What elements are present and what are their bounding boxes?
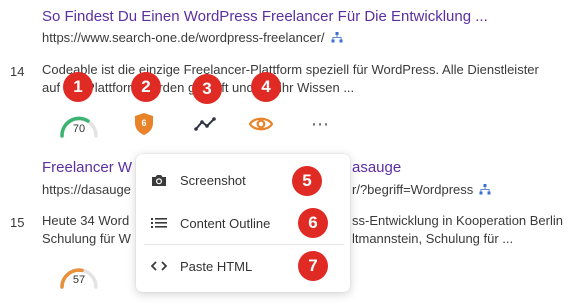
- annotation-badge-3: 3: [192, 74, 222, 104]
- code-icon: [150, 257, 168, 275]
- menu-divider: [144, 244, 344, 245]
- annotation-badge-7: 7: [298, 251, 328, 281]
- result-description-line1: Codeable ist die einzige Freelancer-Plat…: [42, 62, 539, 77]
- trend-chart-icon[interactable]: [194, 117, 216, 131]
- result2-title-link[interactable]: Freelancer W: [42, 159, 132, 176]
- shield-value: 6: [141, 118, 147, 128]
- result2-url-tail-text: r/?begriff=Wordpress: [352, 182, 474, 197]
- annotation-badge-6: 6: [298, 208, 328, 238]
- result-url: https://www.search-one.de/wordpress-free…: [42, 30, 343, 45]
- camera-icon: [150, 171, 168, 189]
- more-options-icon[interactable]: ⋯: [311, 114, 330, 135]
- score-value-2: 57: [72, 274, 86, 286]
- sitemap-icon[interactable]: [331, 32, 343, 43]
- result2-rank: 15: [10, 215, 25, 230]
- result2-description-line1-tail: ss-Entwicklung in Kooperation Berlin: [352, 213, 563, 228]
- menu-item-label: Paste HTML: [180, 258, 253, 274]
- result2-url: https://dasauge: [42, 182, 131, 197]
- result2-description-line2-tail: ltmannstein, Schulung für ...: [352, 231, 514, 246]
- sitemap-icon[interactable]: [479, 184, 491, 195]
- result2-url-tail: r/?begriff=Wordpress: [352, 182, 491, 197]
- menu-item-label: Content Outline: [180, 215, 271, 231]
- menu-item-label: Screenshot: [180, 172, 246, 188]
- annotation-badge-5: 5: [292, 166, 322, 196]
- result-url-text: https://www.search-one.de/wordpress-free…: [42, 30, 325, 45]
- annotation-badge-1: 1: [63, 72, 93, 102]
- score-gauge-2[interactable]: 57: [58, 263, 100, 294]
- annotation-badge-2: 2: [131, 72, 161, 102]
- result-rank: 14: [10, 64, 25, 79]
- shield-icon[interactable]: 6: [134, 112, 154, 136]
- eye-icon[interactable]: [249, 116, 273, 132]
- result2-description-line1: Heute 34 Word: [42, 213, 130, 228]
- result2-description-line2: Schulung für W: [42, 231, 131, 246]
- result2-title-tail[interactable]: asauge: [352, 159, 401, 176]
- result-title-link[interactable]: So Findest Du Einen WordPress Freelancer…: [42, 8, 488, 25]
- score-value: 70: [72, 123, 86, 135]
- score-gauge[interactable]: 70: [58, 112, 100, 143]
- annotation-badge-4: 4: [251, 72, 281, 102]
- list-icon: [150, 214, 168, 232]
